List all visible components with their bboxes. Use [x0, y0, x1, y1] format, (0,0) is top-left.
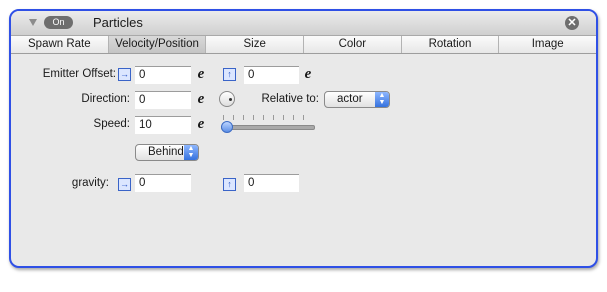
tab-velocity-position[interactable]: Velocity/Position [108, 36, 207, 53]
popup-arrows-icon: ▲ ▼ [375, 92, 389, 107]
gravity-label: gravity: [71, 177, 109, 189]
y-axis-icon: ↑ [223, 178, 236, 191]
relative-to-value: actor [337, 93, 363, 105]
emitter-offset-y-expression-button[interactable]: e [299, 65, 317, 83]
on-toggle[interactable]: On [44, 16, 73, 29]
direction-field[interactable]: 0 [135, 91, 191, 109]
panel-title: Particles [93, 15, 143, 30]
direction-expression-button[interactable]: e [192, 90, 210, 108]
panel-titlebar: On Particles ✕ [11, 11, 596, 36]
x-axis-icon: → [118, 68, 131, 81]
relative-to-select[interactable]: actor ▲ ▼ [324, 91, 390, 108]
speed-slider-knob[interactable] [221, 121, 233, 133]
close-icon[interactable]: ✕ [565, 16, 579, 30]
relative-to-label: Relative to: [261, 93, 319, 105]
tab-size[interactable]: Size [206, 36, 305, 53]
particles-panel: On Particles ✕ Spawn Rate Velocity/Posit… [9, 9, 598, 268]
speed-expression-button[interactable]: e [192, 115, 210, 133]
gravity-y-field[interactable]: 0 [244, 174, 299, 192]
x-axis-icon: → [118, 178, 131, 191]
speed-field[interactable]: 10 [135, 116, 191, 134]
popup-arrows-icon: ▲ ▼ [184, 145, 198, 160]
tab-spawn-rate[interactable]: Spawn Rate [11, 36, 109, 53]
speed-slider-track[interactable] [221, 125, 315, 130]
tab-color[interactable]: Color [304, 36, 402, 53]
emitter-offset-x-expression-button[interactable]: e [192, 65, 210, 83]
y-axis-icon: ↑ [223, 68, 236, 81]
layer-value: Behind [148, 146, 184, 158]
emitter-offset-y-field[interactable]: 0 [244, 66, 299, 84]
speed-label: Speed: [93, 118, 130, 130]
gravity-x-field[interactable]: 0 [135, 174, 191, 192]
tab-image[interactable]: Image [499, 36, 596, 53]
tab-rotation[interactable]: Rotation [402, 36, 500, 53]
emitter-offset-label: Emitter Offset: [42, 68, 116, 80]
layer-select[interactable]: Behind ▲ ▼ [135, 144, 199, 161]
direction-label: Direction: [81, 93, 130, 105]
emitter-offset-x-field[interactable]: 0 [135, 66, 191, 84]
tab-bar: Spawn Rate Velocity/Position Size Color … [11, 36, 596, 54]
disclosure-triangle-icon[interactable] [29, 19, 37, 26]
speed-slider-ticks [223, 115, 311, 120]
direction-dial[interactable] [219, 91, 235, 107]
